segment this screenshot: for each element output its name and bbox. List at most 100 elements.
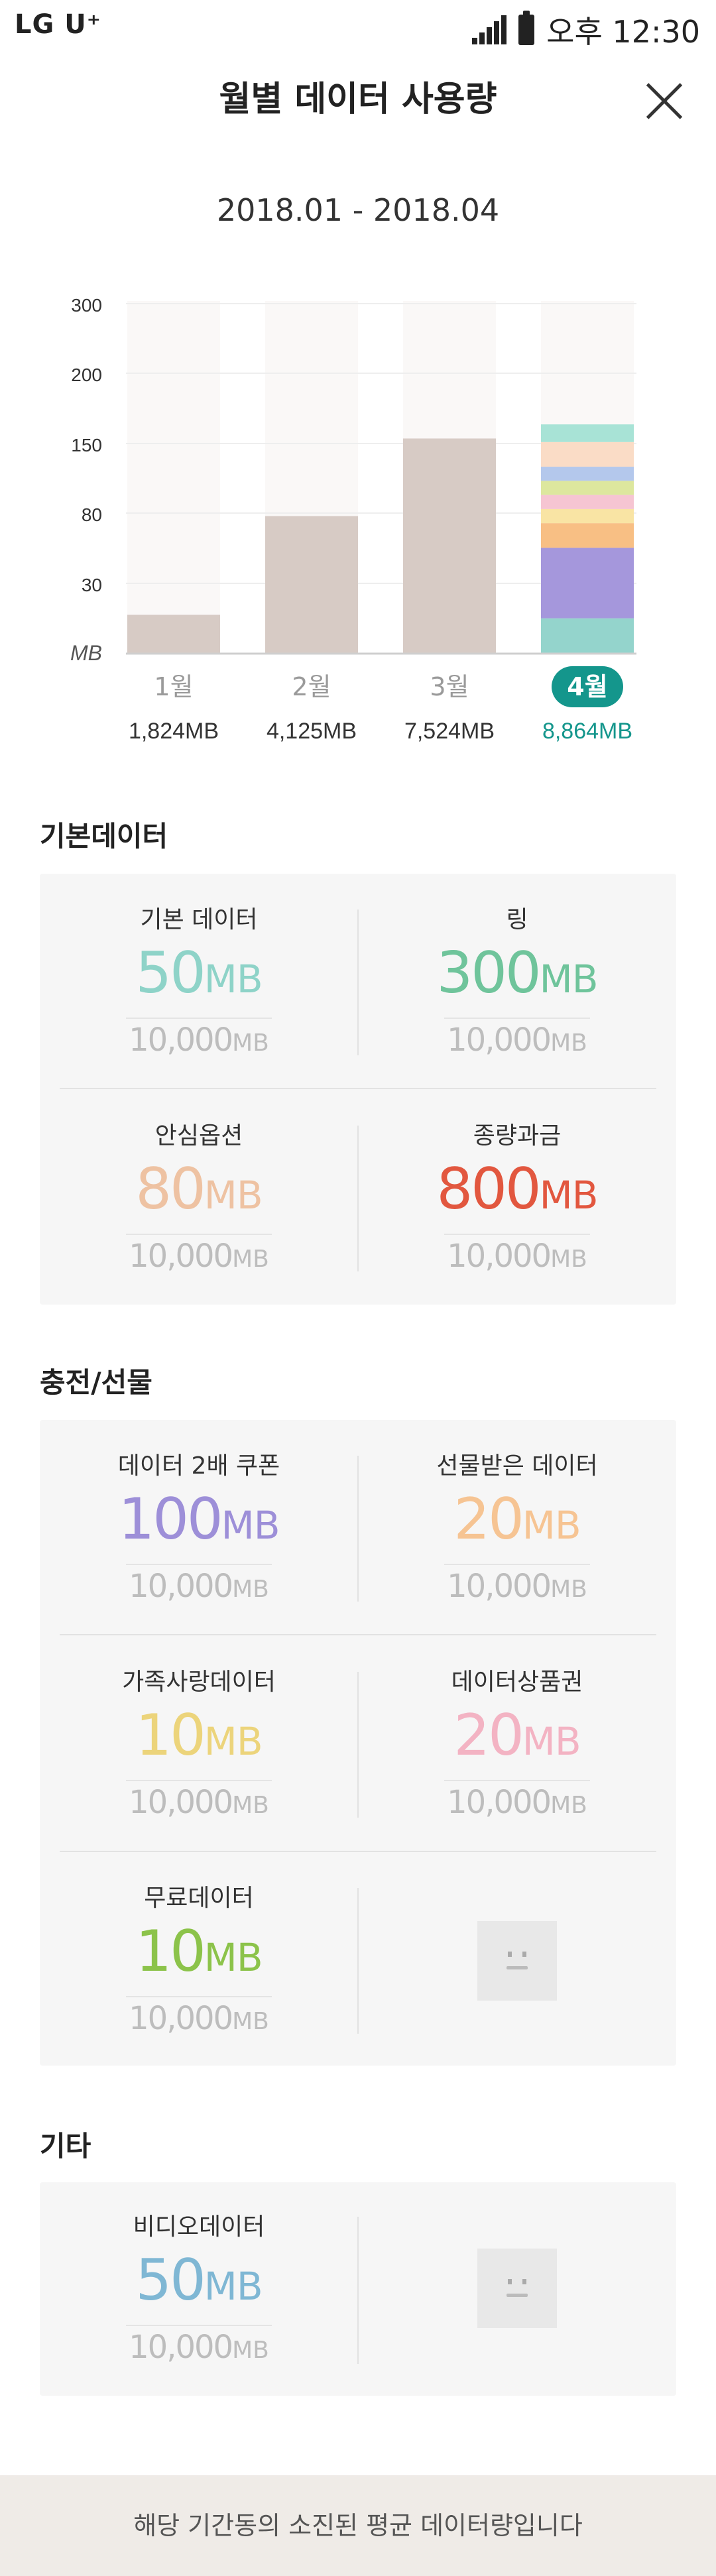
x-tick-label: 2월 — [292, 672, 331, 701]
data-item-label: 비디오데이터 — [133, 2213, 265, 2241]
bar-total-label: 8,864MB — [542, 719, 632, 744]
value-unit: MB — [204, 1935, 263, 1980]
bar-total-label: 1,824MB — [129, 719, 219, 744]
data-item-total: 10,000MB — [358, 1568, 676, 1605]
divider-h — [60, 1088, 656, 1089]
data-item-value: 50MB — [40, 940, 358, 1012]
stacked-bar-segment — [541, 467, 634, 481]
empty-eye — [522, 2279, 526, 2284]
value-separator — [444, 1234, 590, 1235]
value-unit: MB — [204, 957, 263, 1002]
close-button[interactable] — [644, 81, 684, 121]
data-item-label: 데이터상품권 — [451, 1669, 583, 1696]
value-unit: MB — [221, 1503, 280, 1548]
value-separator — [126, 2325, 272, 2326]
empty-slot-icon — [477, 2249, 557, 2328]
total-number: 10,000 — [129, 1238, 233, 1275]
value-number: 50 — [135, 940, 206, 1006]
etc-card: 비디오데이터 50MB 10,000MB — [40, 2182, 676, 2396]
y-tick-label: 80 — [82, 504, 102, 525]
data-item-total: 10,000MB — [40, 2329, 358, 2366]
data-item-label: 기본 데이터 — [140, 906, 258, 933]
total-number: 10,000 — [447, 1022, 552, 1059]
stacked-bar-segment — [541, 618, 634, 654]
data-item-value: 10MB — [40, 1918, 358, 1991]
total-unit: MB — [232, 1792, 269, 1819]
divider-h — [60, 1634, 656, 1635]
total-number: 10,000 — [447, 1238, 552, 1275]
value-unit: MB — [522, 1503, 581, 1548]
value-separator — [126, 1996, 272, 1997]
y-tick-label: 300 — [71, 295, 102, 316]
data-item-label: 안심옵션 — [154, 1122, 243, 1149]
y-tick-label: 200 — [71, 365, 102, 385]
value-number: 800 — [436, 1156, 542, 1222]
data-item-value: 800MB — [358, 1156, 676, 1228]
status-right: 오후 12:30 — [472, 8, 700, 52]
value-number: 100 — [118, 1486, 223, 1552]
footer-note: 해당 기간동의 소진된 평균 데이터량입니다 — [0, 2475, 716, 2576]
bar — [403, 438, 496, 654]
status-bar: LG U⁺ 오후 12:30 — [0, 0, 716, 53]
data-item-total: 10,000MB — [40, 1784, 358, 1821]
data-item: 안심옵션 80MB 10,000MB — [40, 1116, 358, 1275]
value-separator — [126, 1234, 272, 1235]
value-number: 50 — [135, 2247, 206, 2313]
data-item-total: 10,000MB — [40, 1022, 358, 1059]
empty-slot-icon — [477, 1921, 557, 2001]
y-unit-label: MB — [70, 641, 102, 665]
data-item: 가족사랑데이터 10MB 10,000MB — [40, 1663, 358, 1821]
total-unit: MB — [232, 1576, 269, 1603]
total-number: 10,000 — [129, 2000, 233, 2037]
total-number: 10,000 — [129, 1784, 233, 1821]
value-separator — [126, 1564, 272, 1565]
carrier-label: LG U⁺ — [15, 9, 101, 40]
data-item-value: 10MB — [40, 1702, 358, 1775]
empty-eye — [522, 1952, 526, 1957]
total-unit: MB — [232, 2008, 269, 2035]
total-unit: MB — [550, 1792, 587, 1819]
total-number: 10,000 — [129, 1568, 233, 1605]
data-item-label: 가족사랑데이터 — [122, 1669, 276, 1696]
value-separator — [126, 1018, 272, 1019]
stacked-bar-segment — [541, 548, 634, 618]
total-number: 10,000 — [447, 1568, 552, 1605]
value-unit: MB — [204, 1173, 263, 1218]
value-number: 80 — [135, 1156, 206, 1222]
value-number: 10 — [135, 1702, 206, 1769]
total-number: 10,000 — [129, 1022, 233, 1059]
data-item-value: 50MB — [40, 2247, 358, 2319]
bar-total-label: 4,125MB — [267, 719, 357, 744]
x-tick-label: 4월 — [567, 672, 607, 701]
x-tick-label: 1월 — [154, 672, 193, 701]
data-item: 무료데이터 10MB 10,000MB — [40, 1879, 358, 2037]
value-separator — [444, 1780, 590, 1781]
stacked-bar-segment — [541, 424, 634, 442]
column-background — [127, 301, 220, 654]
data-item: 데이터상품권 20MB 10,000MB — [358, 1663, 676, 1821]
value-unit: MB — [522, 1719, 581, 1764]
stacked-bar-segment — [541, 441, 634, 467]
data-item-label: 링 — [506, 906, 528, 933]
data-item: 선물받은 데이터 20MB 10,000MB — [358, 1446, 676, 1605]
stacked-bar-segment — [541, 523, 634, 548]
y-tick-label: 150 — [71, 435, 102, 455]
bar — [265, 516, 358, 654]
total-number: 10,000 — [129, 2329, 233, 2366]
value-separator — [444, 1018, 590, 1019]
total-number: 10,000 — [447, 1784, 552, 1821]
page-title: 월별 데이터 사용량 — [219, 80, 497, 119]
date-range: 2018.01 - 2018.04 — [216, 192, 500, 228]
header: 월별 데이터 사용량 — [0, 66, 716, 133]
clock: 오후 12:30 — [546, 14, 700, 50]
empty-eye — [508, 2279, 512, 2284]
data-item-total: 10,000MB — [40, 2000, 358, 2037]
charge-gift-card: 데이터 2배 쿠폰 100MB 10,000MB 선물받은 데이터 20MB 10,000… — [40, 1420, 676, 2066]
monthly-usage-chart: 300 200 150 80 30 MB 1월 1,824MB 2월 4,125MB 3월 7,524… — [0, 292, 716, 769]
data-item: 비디오데이터 50MB 10,000MB — [40, 2207, 358, 2366]
data-item-label: 데이터 2배 쿠폰 — [117, 1452, 280, 1480]
data-item-value: 20MB — [358, 1702, 676, 1775]
divider-h — [60, 1851, 656, 1852]
section-title-basic: 기본데이터 — [40, 820, 168, 852]
value-unit: MB — [204, 2264, 263, 2309]
